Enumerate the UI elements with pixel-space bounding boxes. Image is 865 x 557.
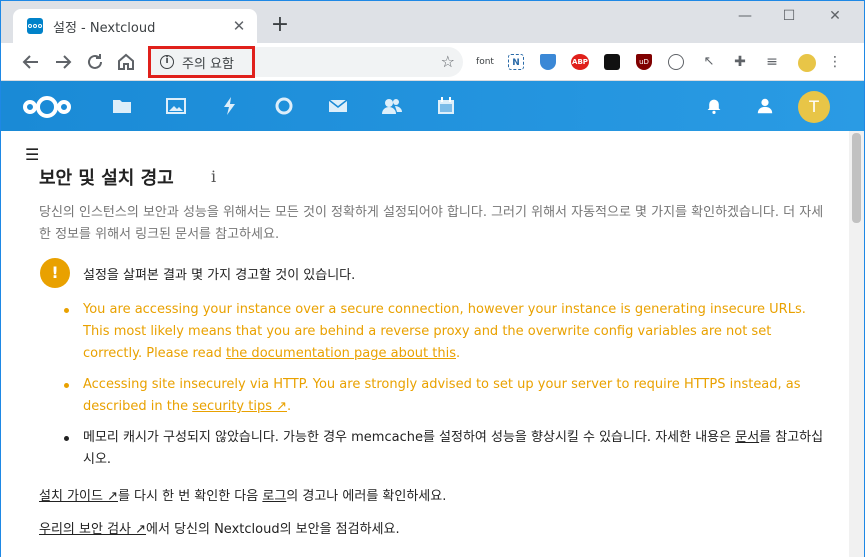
warning-icon: ! — [40, 258, 70, 288]
install-guide-link[interactable]: 설치 가이드 ↗ — [39, 489, 118, 504]
activity-icon[interactable] — [220, 96, 240, 116]
contacts-menu-icon[interactable] — [756, 97, 774, 115]
tab-strip: 설정 - Nextcloud ✕ + — ☐ ✕ — [1, 1, 864, 43]
settings-content: ☰ 보안 및 설치 경고 i 당신의 인스턴스의 보안과 성능을 위해서는 모든… — [1, 131, 864, 557]
reload-icon[interactable] — [83, 50, 107, 74]
back-icon[interactable] — [19, 50, 43, 74]
nextcloud-header: T — [1, 81, 864, 131]
close-window-button[interactable]: ✕ — [824, 7, 846, 25]
install-guide-line: 설치 가이드 ↗를 다시 한 번 확인한 다음 로그의 경고나 에러를 확인하세… — [39, 489, 447, 504]
info-icon: i — [160, 55, 174, 69]
browser-toolbar: i 주의 요함 ☆ font N ABP uD ↖ ✚ ≡ ⋮ — [1, 43, 864, 81]
security-scan-line: 우리의 보안 검사 ↗에서 당신의 Nextcloud의 보안을 점검하세요. — [39, 522, 400, 537]
puzzle-extensions-icon[interactable]: ✚ — [732, 54, 748, 70]
info-icon[interactable]: i — [211, 167, 216, 186]
security-chip[interactable]: i 주의 요함 — [148, 46, 255, 78]
n-extension-icon[interactable]: N — [508, 54, 524, 70]
files-icon[interactable] — [112, 96, 132, 116]
photos-icon[interactable] — [166, 96, 186, 116]
mouse-extension-icon[interactable] — [668, 54, 684, 70]
maximize-button[interactable]: ☐ — [778, 7, 800, 25]
security-scan-link[interactable]: 우리의 보안 검사 ↗ — [39, 522, 146, 537]
nextcloud-favicon-icon — [27, 18, 43, 34]
log-link[interactable]: 로그 — [262, 489, 286, 504]
talk-icon[interactable] — [274, 96, 294, 116]
list-item: 메모리 캐시가 구성되지 않았습니다. 가능한 경우 memcache를 설정하… — [64, 427, 828, 471]
new-tab-button[interactable]: + — [269, 14, 291, 37]
ublock-extension-icon[interactable]: uD — [636, 54, 652, 70]
minimize-button[interactable]: — — [734, 7, 756, 25]
nextcloud-logo-icon[interactable] — [23, 96, 83, 118]
memcache-docs-link[interactable]: 문서 — [735, 430, 759, 445]
documentation-link[interactable]: the documentation page about this — [226, 346, 456, 361]
page-title: 보안 및 설치 경고 — [39, 168, 174, 189]
address-bar[interactable]: i 주의 요함 ☆ — [148, 46, 463, 78]
calendar-icon[interactable] — [436, 96, 456, 116]
bullet — [64, 436, 69, 441]
cursor-extension-icon[interactable]: ↖ — [701, 54, 717, 70]
browser-window: 설정 - Nextcloud ✕ + — ☐ ✕ i 주의 요함 ☆ font — [0, 0, 865, 557]
tab-close-icon[interactable]: ✕ — [231, 18, 247, 34]
scrollbar-thumb[interactable] — [852, 133, 861, 223]
forward-icon[interactable] — [51, 50, 75, 74]
abp-extension-icon[interactable]: ABP — [571, 54, 589, 70]
intro-text: 당신의 인스턴스의 보안과 성능을 위해서는 모든 것이 정확하게 설정되어야 … — [39, 205, 824, 242]
bookmark-star-icon[interactable]: ☆ — [441, 52, 455, 71]
mail-icon[interactable] — [328, 96, 348, 116]
security-label: 주의 요함 — [182, 56, 234, 72]
browser-tab[interactable]: 설정 - Nextcloud ✕ — [13, 9, 257, 43]
bullet — [64, 383, 69, 388]
profile-avatar-icon[interactable] — [798, 54, 816, 72]
bullet — [64, 308, 69, 313]
security-tips-link[interactable]: security tips ↗ — [192, 399, 287, 414]
font-extension-icon[interactable]: font — [475, 54, 495, 70]
tab-title: 설정 - Nextcloud — [53, 20, 156, 36]
scrollbar[interactable] — [849, 131, 864, 557]
warning-title: 설정을 살펴본 결과 몇 가지 경고할 것이 있습니다. — [83, 268, 356, 283]
menu-toggle-icon[interactable]: ☰ — [25, 145, 39, 164]
home-icon[interactable] — [114, 50, 138, 74]
contacts-icon[interactable] — [382, 96, 402, 116]
user-avatar[interactable]: T — [798, 91, 830, 123]
notifications-icon[interactable] — [706, 98, 722, 114]
shield-extension-icon[interactable] — [540, 54, 556, 70]
list-item: Accessing site insecurely via HTTP. You … — [64, 374, 828, 418]
browser-menu-icon[interactable]: ⋮ — [827, 54, 843, 70]
list-item: You are accessing your instance over a s… — [64, 299, 828, 365]
dark-extension-icon[interactable] — [604, 54, 620, 70]
media-queue-icon[interactable]: ≡ — [764, 54, 780, 70]
